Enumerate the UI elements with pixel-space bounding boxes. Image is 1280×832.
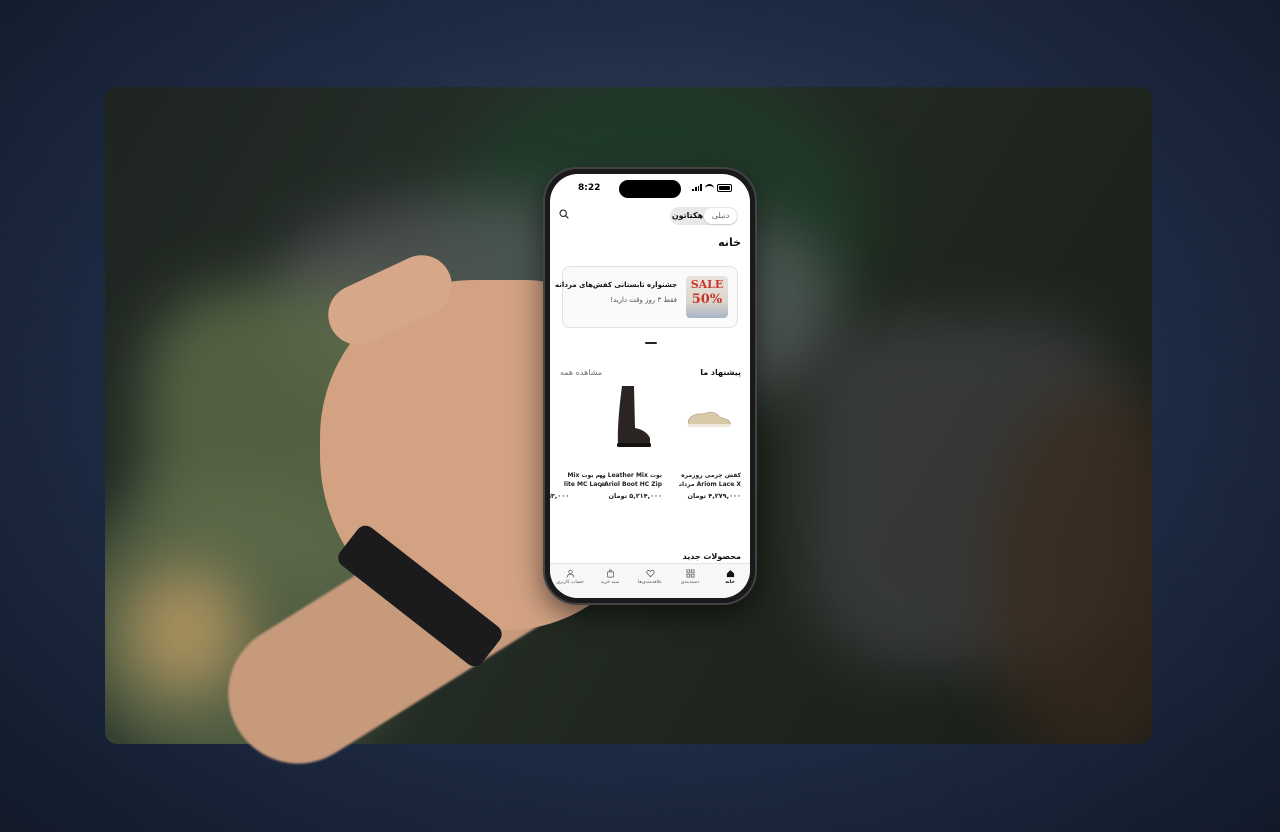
toggle-option-right[interactable]: هکتاتون [671, 208, 704, 224]
tab-label: دسته‌بندی [680, 580, 700, 585]
signal-icon [692, 184, 702, 191]
banner-image-sale-text: SALE [690, 278, 724, 291]
promo-banner[interactable]: SALE 50% جشنواره تابستانی کفش‌های مردانه… [555, 266, 738, 328]
product-price: ۵,۲۱۴,۰۰۰ تومان [608, 492, 662, 500]
banner-image-percent-text: 50% [691, 292, 723, 307]
phone: 8:22 دنبلی هکتاتون خانه SALE 50% جشنواره… [545, 169, 755, 603]
carousel-indicator [645, 342, 657, 344]
segment-toggle[interactable]: دنبلی هکتاتون [670, 207, 738, 225]
tab-account[interactable]: حساب کاربری [550, 564, 590, 598]
search-icon[interactable] [559, 209, 569, 219]
tab-label: خانه [725, 580, 735, 585]
status-time: 8:22 [578, 183, 601, 193]
user-icon [566, 569, 574, 578]
new-products-heading: محصولات جدید [682, 552, 741, 561]
battery-icon [717, 184, 732, 192]
bottom-tab-bar: خانه دسته‌بندی علاقه‌مندی‌ها [550, 563, 750, 598]
banner-subtitle: فقط ۳ روز وقت دارید! [610, 296, 677, 304]
sneaker-image [687, 411, 731, 427]
tab-label: علاقه‌مندی‌ها [638, 580, 662, 585]
bag-icon [606, 569, 614, 578]
tab-cart[interactable]: سبد خرید [590, 564, 630, 598]
dynamic-island [619, 180, 681, 198]
status-icons [692, 184, 732, 193]
phone-screen: 8:22 دنبلی هکتاتون خانه SALE 50% جشنواره… [550, 174, 750, 598]
product-card[interactable]: بوت Leather Mix روزمره Ariol Boot HC Zip… [600, 379, 662, 509]
grid-icon [686, 569, 694, 578]
floral-cushion-accent [125, 567, 245, 697]
toggle-option-left[interactable]: دنبلی [704, 208, 737, 224]
banner-title: جشنواره تابستانی کفش‌های مردانه [555, 281, 677, 289]
boot-image [617, 386, 651, 447]
product-image [550, 379, 583, 463]
product-card[interactable]: کفش چرمی روزمره Ariom Lace X مردانه ۴,۲۷… [679, 379, 741, 509]
product-name: بوت Leather Mix روزمره Ariol Boot HC Zip… [600, 472, 662, 488]
tab-home[interactable]: خانه [710, 564, 750, 598]
product-name: کفش چرمی روزمره Ariom Lace X مردانه [679, 472, 741, 488]
wifi-icon [705, 184, 714, 193]
product-image [679, 379, 741, 463]
recommended-heading: پیشنهاد ما [700, 368, 741, 377]
tab-label: سبد خرید [600, 580, 620, 585]
tab-label: حساب کاربری [556, 580, 584, 585]
page-title: خانه [718, 236, 741, 249]
product-price: ۹۹۳,۰۰۰ [550, 492, 570, 500]
see-all-link[interactable]: مشاهده همه [560, 368, 602, 377]
home-icon [726, 570, 734, 578]
tab-favorites[interactable]: علاقه‌مندی‌ها [630, 564, 670, 598]
product-carousel[interactable]: کفش چرمی روزمره Ariom Lace X مردانه ۴,۲۷… [550, 379, 750, 509]
product-image [600, 379, 662, 463]
product-card[interactable]: نیم بوت Mix lite MC Lace ۹۹۳,۰۰۰ [550, 379, 605, 509]
heart-icon [645, 570, 655, 578]
banner-image: SALE 50% [686, 276, 728, 318]
product-name: نیم بوت Mix lite MC Lace [563, 472, 605, 488]
tab-categories[interactable]: دسته‌بندی [670, 564, 710, 598]
product-price: ۴,۲۷۹,۰۰۰ تومان [687, 492, 741, 500]
